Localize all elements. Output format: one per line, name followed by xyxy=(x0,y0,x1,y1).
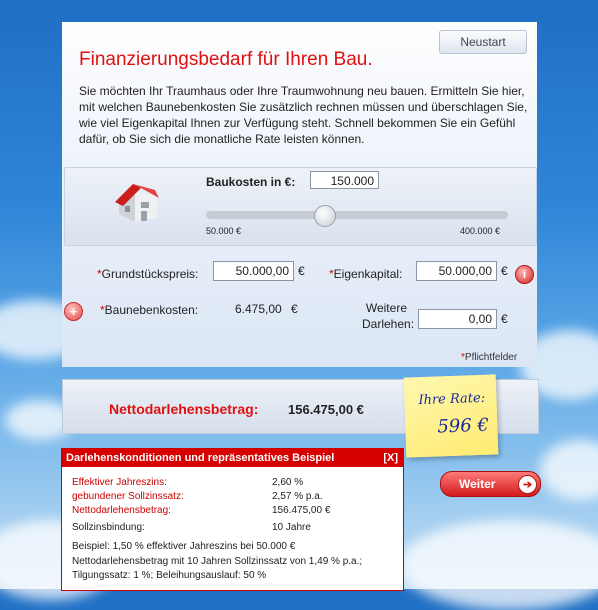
rate-value: 596 € xyxy=(437,414,490,438)
example-line: Nettodarlehensbetrag mit 10 Jahren Sollz… xyxy=(72,556,363,567)
baunebenkosten-value: 6.475,00 xyxy=(235,302,282,316)
slider-min-label: 50.000 € xyxy=(206,226,242,236)
grundstueckspreis-input[interactable]: 50.000,00 xyxy=(213,261,294,281)
loan-conditions-panel: Darlehenskonditionen und repräsentatives… xyxy=(61,448,404,591)
baukosten-label: Baukosten in €: xyxy=(206,175,296,189)
net-loan-label: Nettodarlehensbetrag: xyxy=(109,401,259,417)
condition-value: 2,60 % xyxy=(272,477,304,488)
baunebenkosten-label: *Baunebenkosten: xyxy=(100,303,198,317)
euro-unit: € xyxy=(501,264,508,278)
arrow-right-icon: ➔ xyxy=(518,475,537,494)
eigenkapital-label-text: Eigenkapital: xyxy=(333,267,403,281)
condition-value: 156.475,00 € xyxy=(272,505,331,516)
net-loan-value: 156.475,00 € xyxy=(288,402,364,417)
restart-button[interactable]: Neustart xyxy=(439,30,527,54)
intro-text: Sie möchten Ihr Traumhaus oder Ihre Trau… xyxy=(79,84,528,146)
cloud xyxy=(400,520,598,610)
weitere-darlehen-input[interactable]: 0,00 xyxy=(418,309,497,329)
baukosten-input[interactable]: 150.000 xyxy=(310,171,379,189)
weiter-label: Weiter xyxy=(459,477,496,491)
weitere-darlehen-label-line-2: Darlehen: xyxy=(362,317,415,331)
condition-value: 2,57 % p.a. xyxy=(272,491,323,502)
euro-unit: € xyxy=(291,302,298,316)
conditions-header: Darlehenskonditionen und repräsentatives… xyxy=(62,449,403,467)
euro-unit: € xyxy=(501,312,508,326)
required-fields-note-text: Pflichtfelder xyxy=(464,352,518,363)
required-fields-note: *Pflichtfelder xyxy=(461,352,517,363)
conditions-title: Darlehenskonditionen und repräsentatives… xyxy=(66,452,335,464)
plus-icon[interactable]: + xyxy=(64,302,83,321)
page-title: Finanzierungsbedarf für Ihren Bau. xyxy=(79,49,373,70)
condition-label: Effektiver Jahreszins: xyxy=(72,477,167,488)
eigenkapital-label: *Eigenkapital: xyxy=(329,267,402,281)
grundstueckspreis-label-text: Grundstückspreis: xyxy=(101,267,199,281)
baunebenkosten-label-text: Baunebenkosten: xyxy=(104,303,199,317)
baukosten-section: Baukosten in €: 150.000 50.000 € 400.000… xyxy=(64,167,537,246)
euro-unit: € xyxy=(298,264,305,278)
grundstueckspreis-label: *Grundstückspreis: xyxy=(97,267,198,281)
example-line: Beispiel: 1,50 % effektiver Jahreszins b… xyxy=(72,541,296,552)
example-line: Tilgungssatz: 1 %; Beleihungsauslauf: 50… xyxy=(72,570,267,581)
rate-note: Ihre Rate: 596 € xyxy=(403,374,499,458)
slider-max-label: 400.000 € xyxy=(460,226,501,236)
weitere-darlehen-label-line-1: Weitere xyxy=(365,301,407,315)
baukosten-slider-thumb[interactable] xyxy=(313,205,336,227)
condition-label: Nettodarlehensbetrag: xyxy=(72,505,171,516)
condition-label: Sollzinsbindung: xyxy=(72,522,145,533)
calculator-panel: Neustart Finanzierungsbedarf für Ihren B… xyxy=(62,22,537,367)
condition-label: gebundener Sollzinssatz: xyxy=(72,491,184,502)
weiter-button[interactable]: Weiter ➔ xyxy=(440,471,541,497)
eigenkapital-input[interactable]: 50.000,00 xyxy=(416,261,497,281)
condition-value: 10 Jahre xyxy=(272,522,311,533)
cloud xyxy=(540,440,598,500)
info-icon[interactable]: i xyxy=(515,265,534,284)
baukosten-slider-track[interactable] xyxy=(206,205,508,227)
house-icon xyxy=(115,184,159,222)
rate-label: Ihre Rate: xyxy=(418,390,486,409)
close-button[interactable]: [X] xyxy=(383,449,398,467)
weitere-darlehen-label: Weitere Darlehen: xyxy=(362,300,414,332)
